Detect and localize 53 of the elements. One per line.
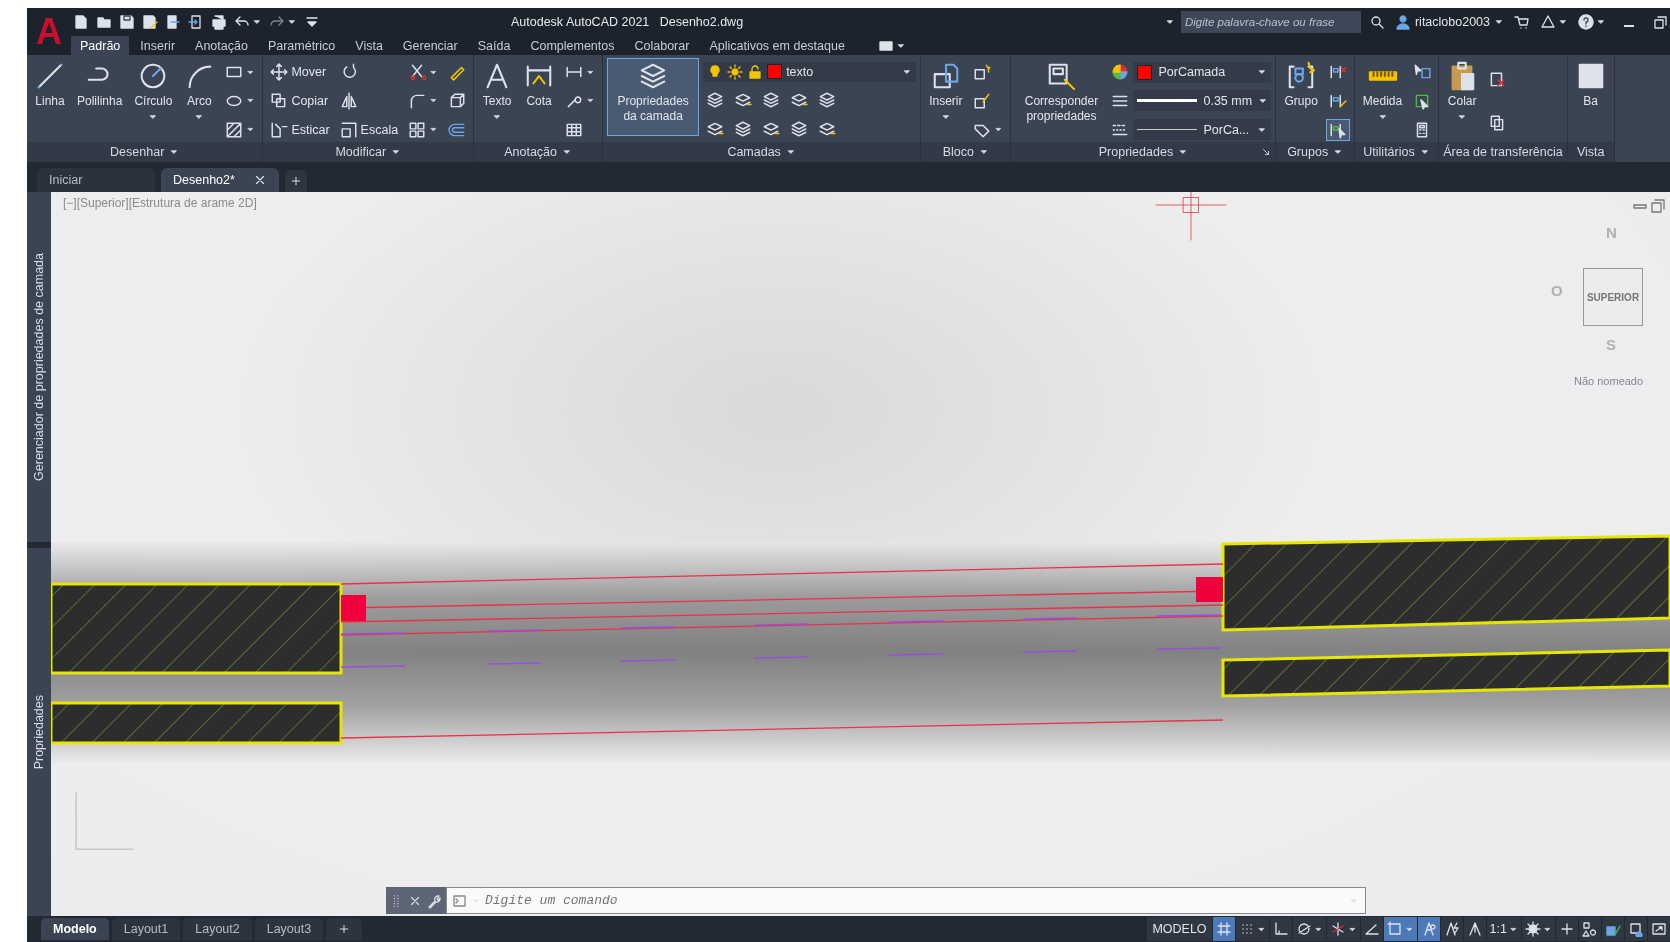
layers-button[interactable]: Propriedades da camada	[607, 58, 700, 136]
move-button[interactable]: Mover	[267, 61, 330, 84]
dropdown-value: PorCa...	[1203, 122, 1251, 137]
document-tab[interactable]: Desenho2*	[161, 168, 279, 192]
panel-title[interactable]: Camadas	[723, 145, 800, 159]
docked-palette[interactable]: Gerenciador de propriedades de camada	[27, 192, 51, 542]
document-tab[interactable]: Iniciar	[37, 168, 155, 192]
window-title: Autodesk AutoCAD 2021 Desenho2.dwg	[511, 15, 744, 29]
model-space-button[interactable]: MODELO	[1147, 917, 1212, 941]
ribbon-tab[interactable]: Gerenciar	[393, 36, 467, 55]
ribbon-tab[interactable]: Anotação	[186, 36, 257, 55]
annotation-scale-button[interactable]: 1:1	[1486, 917, 1521, 941]
ribbon-tab[interactable]: Padrão	[71, 36, 130, 55]
polyline-button[interactable]: Polilinha	[73, 58, 127, 136]
layout-tab[interactable]: Layout3	[254, 918, 324, 940]
layout-tab[interactable]: Layout2	[183, 918, 252, 940]
text-button[interactable]: Texto	[478, 58, 517, 136]
layout-tab[interactable]: Layout1	[111, 918, 181, 940]
line-button[interactable]: Linha	[31, 58, 69, 136]
arc-button[interactable]: Arco	[180, 58, 219, 136]
ribbon-tab[interactable]: Saída	[468, 36, 520, 55]
search-field[interactable]: Digite palavra-chave ou frase	[1180, 11, 1361, 33]
ruler-button[interactable]: Medida	[1358, 58, 1407, 136]
group-button[interactable]: Grupo	[1280, 58, 1322, 136]
match-button[interactable]: Corresponder propriedades	[1015, 58, 1108, 136]
layer-dropdown[interactable]: texto	[703, 61, 917, 82]
layer-name: texto	[786, 64, 815, 79]
dropdown-value: 0.35 mm	[1203, 94, 1253, 108]
command-input[interactable]: Digite um comando	[483, 892, 1346, 909]
scale-button[interactable]: Escala	[336, 118, 402, 141]
copy-button[interactable]: Copiar	[267, 90, 332, 112]
ribbon-tab[interactable]: Aplicativos em destaque	[700, 36, 854, 55]
ribbon-tab[interactable]: Vista	[346, 36, 392, 55]
docked-palette[interactable]: Propriedades	[27, 548, 51, 916]
ribbon-tab[interactable]: Paramétrico	[258, 36, 345, 55]
user-menu[interactable]: ritaclobo2003	[1392, 11, 1506, 33]
ribbon-tab[interactable]: Inserir	[131, 36, 185, 55]
insert-button[interactable]: Inserir	[925, 58, 967, 136]
color-dropdown[interactable]: PorCamada	[1133, 61, 1272, 83]
view-box-button[interactable]: Ba	[1571, 58, 1610, 136]
ribbon-tab[interactable]: Complementos	[521, 36, 624, 55]
dimension-button[interactable]: Cota	[520, 58, 559, 136]
stretch-button[interactable]: Esticar	[267, 118, 333, 141]
dropdown-value: PorCamada	[1158, 65, 1227, 80]
command-line-field[interactable]: Digite um comando	[446, 887, 1366, 914]
ribbon-tab[interactable]: Colaborar	[625, 36, 699, 55]
paste-button[interactable]: Colar	[1443, 58, 1482, 136]
lineweight-dropdown[interactable]: 0.35 mm	[1133, 90, 1272, 112]
linetype-dropdown[interactable]: PorCa...	[1133, 119, 1272, 141]
drawing-canvas[interactable]: [−][Superior][Estrutura de arame 2D] N O SUPERIOR S Não nomeado Digite um comando	[51, 192, 1670, 916]
viewcube[interactable]: SUPERIOR	[1583, 268, 1643, 326]
layout-tab[interactable]: Modelo	[41, 918, 109, 940]
circle-button[interactable]: Círculo	[130, 58, 177, 136]
